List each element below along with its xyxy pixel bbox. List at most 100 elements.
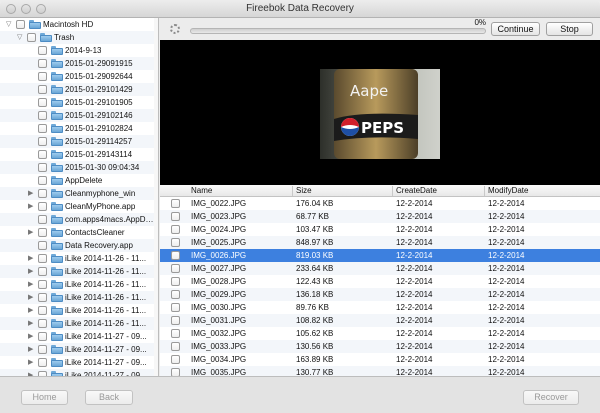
tree-item-checkbox[interactable] bbox=[38, 332, 47, 341]
tree-item[interactable]: ▶ iLike 2014-11-26 - 11... bbox=[0, 278, 158, 291]
row-checkbox[interactable] bbox=[171, 290, 180, 299]
disclosure-closed-icon[interactable]: ▶ bbox=[28, 202, 33, 211]
tree-item[interactable]: 2015-01-29091915 bbox=[0, 57, 158, 70]
row-checkbox[interactable] bbox=[171, 264, 180, 273]
tree-item[interactable]: ▶ iLike 2014-11-26 - 11... bbox=[0, 291, 158, 304]
continue-button[interactable]: Continue bbox=[491, 22, 540, 36]
row-checkbox[interactable] bbox=[171, 368, 180, 376]
tree-item-checkbox[interactable] bbox=[38, 202, 47, 211]
table-row[interactable]: IMG_0034.JPG 163.89 KB 12-2-2014 12-2-2014 bbox=[160, 353, 600, 366]
row-checkbox[interactable] bbox=[171, 277, 180, 286]
table-row[interactable]: IMG_0024.JPG 103.47 KB 12-2-2014 12-2-2014 bbox=[160, 223, 600, 236]
disclosure-closed-icon[interactable]: ▶ bbox=[28, 293, 33, 302]
tree-item[interactable]: AppDelete bbox=[0, 174, 158, 187]
disclosure-closed-icon[interactable]: ▶ bbox=[28, 306, 33, 315]
table-row[interactable]: IMG_0033.JPG 130.56 KB 12-2-2014 12-2-2014 bbox=[160, 340, 600, 353]
disclosure-closed-icon[interactable]: ▶ bbox=[28, 189, 33, 198]
home-button[interactable]: Home bbox=[21, 390, 68, 405]
table-row[interactable]: IMG_0032.JPG 105.62 KB 12-2-2014 12-2-2014 bbox=[160, 327, 600, 340]
tree-item-checkbox[interactable] bbox=[38, 163, 47, 172]
tree-item-checkbox[interactable] bbox=[38, 267, 47, 276]
tree-item[interactable]: 2015-01-29102146 bbox=[0, 109, 158, 122]
tree-item-checkbox[interactable] bbox=[38, 85, 47, 94]
tree-item[interactable]: com.apps4macs.AppDelete bbox=[0, 213, 158, 226]
tree-item[interactable]: ▽ Trash bbox=[0, 31, 158, 44]
tree-item[interactable]: ▽ Macintosh HD bbox=[0, 18, 158, 31]
tree-item-checkbox[interactable] bbox=[38, 176, 47, 185]
file-table[interactable]: Name Size CreateDate ModifyDate IMG_0022… bbox=[160, 185, 600, 376]
row-checkbox[interactable] bbox=[171, 342, 180, 351]
tree-scrollbar[interactable] bbox=[154, 18, 158, 376]
tree-item[interactable]: 2015-01-30 09:04:34 bbox=[0, 161, 158, 174]
tree-item[interactable]: 2015-01-29102824 bbox=[0, 122, 158, 135]
table-row[interactable]: IMG_0035.JPG 130.77 KB 12-2-2014 12-2-2014 bbox=[160, 366, 600, 376]
table-row[interactable]: IMG_0029.JPG 136.18 KB 12-2-2014 12-2-2014 bbox=[160, 288, 600, 301]
tree-item-checkbox[interactable] bbox=[38, 59, 47, 68]
table-row[interactable]: IMG_0025.JPG 848.97 KB 12-2-2014 12-2-2014 bbox=[160, 236, 600, 249]
disclosure-closed-icon[interactable]: ▶ bbox=[28, 319, 33, 328]
tree-item-checkbox[interactable] bbox=[38, 293, 47, 302]
tree-item[interactable]: 2015-01-29143114 bbox=[0, 148, 158, 161]
tree-item[interactable]: ▶ iLike 2014-11-27 - 09... bbox=[0, 330, 158, 343]
back-button[interactable]: Back bbox=[85, 390, 133, 405]
tree-item-checkbox[interactable] bbox=[38, 319, 47, 328]
tree-item-checkbox[interactable] bbox=[38, 111, 47, 120]
column-modifydate[interactable]: ModifyDate bbox=[488, 186, 528, 196]
row-checkbox[interactable] bbox=[171, 199, 180, 208]
folder-tree[interactable]: ▽ Macintosh HD ▽ Trash 2014-9-13 2015-01-2909… bbox=[0, 18, 159, 376]
tree-item-checkbox[interactable] bbox=[38, 358, 47, 367]
row-checkbox[interactable] bbox=[171, 303, 180, 312]
tree-item[interactable]: ▶ iLike 2014-11-27 - 09... bbox=[0, 369, 158, 376]
disclosure-open-icon[interactable]: ▽ bbox=[6, 20, 11, 29]
table-row[interactable]: IMG_0023.JPG 68.77 KB 12-2-2014 12-2-2014 bbox=[160, 210, 600, 223]
table-row[interactable]: IMG_0026.JPG 819.03 KB 12-2-2014 12-2-2014 bbox=[160, 249, 600, 262]
disclosure-open-icon[interactable]: ▽ bbox=[17, 33, 22, 42]
disclosure-closed-icon[interactable]: ▶ bbox=[28, 332, 33, 341]
row-checkbox[interactable] bbox=[171, 355, 180, 364]
disclosure-closed-icon[interactable]: ▶ bbox=[28, 254, 33, 263]
table-row[interactable]: IMG_0030.JPG 89.76 KB 12-2-2014 12-2-2014 bbox=[160, 301, 600, 314]
row-checkbox[interactable] bbox=[171, 316, 180, 325]
tree-item-checkbox[interactable] bbox=[38, 345, 47, 354]
row-checkbox[interactable] bbox=[171, 329, 180, 338]
tree-item[interactable]: Data Recovery.app bbox=[0, 239, 158, 252]
tree-item-checkbox[interactable] bbox=[38, 215, 47, 224]
tree-item[interactable]: 2015-01-29114257 bbox=[0, 135, 158, 148]
stop-button[interactable]: Stop bbox=[546, 22, 593, 36]
disclosure-closed-icon[interactable]: ▶ bbox=[28, 345, 33, 354]
tree-item-checkbox[interactable] bbox=[38, 280, 47, 289]
column-size[interactable]: Size bbox=[296, 186, 312, 196]
tree-item-checkbox[interactable] bbox=[38, 306, 47, 315]
tree-item[interactable]: ▶ Cleanmyphone_win bbox=[0, 187, 158, 200]
recover-button[interactable]: Recover bbox=[523, 390, 579, 405]
disclosure-closed-icon[interactable]: ▶ bbox=[28, 228, 33, 237]
table-row[interactable]: IMG_0028.JPG 122.43 KB 12-2-2014 12-2-2014 bbox=[160, 275, 600, 288]
tree-item-checkbox[interactable] bbox=[38, 254, 47, 263]
tree-item-checkbox[interactable] bbox=[38, 46, 47, 55]
tree-item-checkbox[interactable] bbox=[38, 150, 47, 159]
disclosure-closed-icon[interactable]: ▶ bbox=[28, 280, 33, 289]
row-checkbox[interactable] bbox=[171, 238, 180, 247]
row-checkbox[interactable] bbox=[171, 212, 180, 221]
column-name[interactable]: Name bbox=[191, 186, 212, 196]
tree-item[interactable]: ▶ iLike 2014-11-26 - 11... bbox=[0, 265, 158, 278]
tree-item-checkbox[interactable] bbox=[38, 228, 47, 237]
tree-item-checkbox[interactable] bbox=[38, 72, 47, 81]
tree-item[interactable]: ▶ iLike 2014-11-27 - 09... bbox=[0, 356, 158, 369]
tree-item[interactable]: 2015-01-29092644 bbox=[0, 70, 158, 83]
tree-item-checkbox[interactable] bbox=[38, 137, 47, 146]
tree-item[interactable]: 2015-01-29101905 bbox=[0, 96, 158, 109]
tree-item-checkbox[interactable] bbox=[38, 189, 47, 198]
column-createdate[interactable]: CreateDate bbox=[396, 186, 437, 196]
table-row[interactable]: IMG_0031.JPG 108.82 KB 12-2-2014 12-2-2014 bbox=[160, 314, 600, 327]
tree-item-checkbox[interactable] bbox=[16, 20, 25, 29]
row-checkbox[interactable] bbox=[171, 251, 180, 260]
row-checkbox[interactable] bbox=[171, 225, 180, 234]
tree-item[interactable]: 2014-9-13 bbox=[0, 44, 158, 57]
tree-item[interactable]: ▶ iLike 2014-11-26 - 11... bbox=[0, 252, 158, 265]
tree-item[interactable]: 2015-01-29101429 bbox=[0, 83, 158, 96]
tree-item-checkbox[interactable] bbox=[38, 124, 47, 133]
table-row[interactable]: IMG_0022.JPG 176.04 KB 12-2-2014 12-2-2014 bbox=[160, 197, 600, 210]
tree-item[interactable]: ▶ CleanMyPhone.app bbox=[0, 200, 158, 213]
tree-item-checkbox[interactable] bbox=[27, 33, 36, 42]
